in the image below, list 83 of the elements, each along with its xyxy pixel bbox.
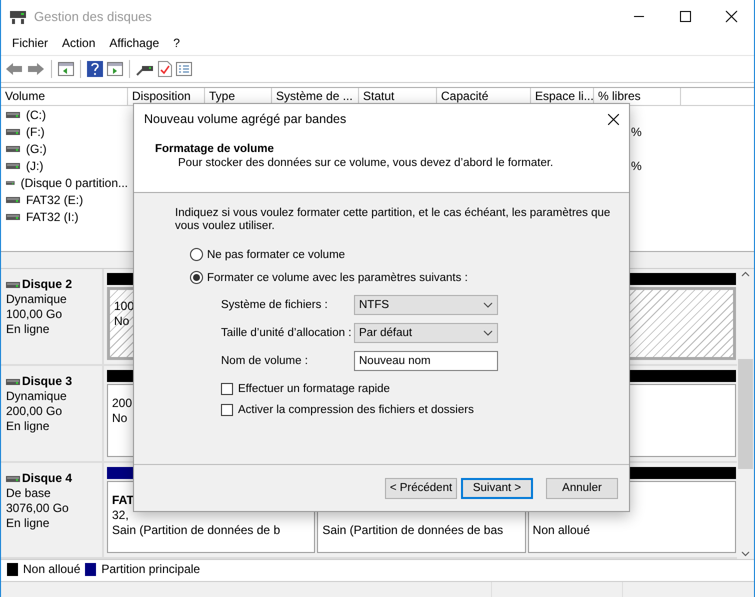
volume-name: (G:) xyxy=(26,142,47,156)
disk-size: 3076,00 Go xyxy=(6,501,70,516)
drive-icon xyxy=(6,196,20,204)
drive-icon xyxy=(6,162,20,170)
drive-icon xyxy=(6,178,15,186)
disk-name: Disque 2 xyxy=(22,277,72,292)
checked-document-icon[interactable] xyxy=(158,61,172,77)
checkbox-label[interactable]: Activer la compression des fichiers et dossiers xyxy=(238,404,474,416)
vertical-scrollbar[interactable] xyxy=(737,269,754,559)
checkbox-label[interactable]: Effectuer un formatage rapide xyxy=(238,382,390,394)
partition-text: 32, xyxy=(112,508,129,523)
disk-management-icon xyxy=(10,10,26,24)
dialog-button[interactable]: < Précédent xyxy=(385,478,457,498)
menu-item[interactable]: Action xyxy=(55,36,102,50)
drive-icon xyxy=(6,280,20,288)
instruction-text: Indiquez si vous voulez formater cette partition, et le cas échéant, les paramètres que vous voulez utiliser. xyxy=(175,207,612,233)
partition-text: No xyxy=(112,411,128,426)
drive-icon xyxy=(6,110,20,118)
drive-icon xyxy=(6,144,20,152)
checkbox[interactable] xyxy=(221,404,233,416)
radio-label[interactable]: Formater ce volume avec les paramètres suivants : xyxy=(207,272,468,284)
drive-icon xyxy=(6,128,20,136)
partition-name: FAT xyxy=(112,493,134,508)
volume-name: (J:) xyxy=(26,158,44,172)
checklist-icon[interactable] xyxy=(176,62,192,76)
panel-icon[interactable] xyxy=(107,62,123,76)
partition-text: Sain (Partition de données de bas xyxy=(322,523,504,538)
chevron-icon xyxy=(483,302,493,308)
checkbox[interactable] xyxy=(221,382,233,394)
column-header[interactable]: Volume xyxy=(1,88,128,105)
disk-type: Dynamique xyxy=(6,292,68,307)
partition-text: Sain (Partition de données de b xyxy=(112,523,280,538)
forward-arrow-icon[interactable] xyxy=(27,62,45,76)
drive-icon xyxy=(6,212,20,220)
volume-name: (C:) xyxy=(26,108,46,122)
menu-item[interactable]: ? xyxy=(166,36,187,50)
disk-size: 100,00 Go xyxy=(6,307,64,322)
disk-status: En ligne xyxy=(6,322,50,337)
menu-item[interactable]: Fichier xyxy=(5,36,56,50)
legend-label: Non alloué xyxy=(23,562,80,576)
chevron-icon xyxy=(483,330,493,336)
radio-button[interactable] xyxy=(190,271,203,284)
dropdown[interactable]: NTFS xyxy=(354,295,498,315)
panel-icon[interactable] xyxy=(58,62,74,76)
disk-size: 200,00 Go xyxy=(6,404,64,419)
table-cell: % xyxy=(631,158,642,172)
disk-name: Disque 3 xyxy=(22,374,72,389)
scroll-up-icon[interactable] xyxy=(741,271,750,277)
partition-text: 100 xyxy=(114,299,134,314)
volume-name: (Disque 0 partition... xyxy=(20,176,128,190)
volume-name: FAT32 (E:) xyxy=(26,192,84,206)
partition-text: 200 xyxy=(112,396,132,411)
dropdown[interactable]: Par défaut xyxy=(354,323,498,343)
volume-name: FAT32 (I:) xyxy=(26,210,78,224)
disk-status: En ligne xyxy=(6,516,50,531)
section-description: Pour stocker des données sur ce volume, vous devez d’abord le formater. xyxy=(177,157,554,169)
dialog-button[interactable]: Suivant > xyxy=(461,478,533,498)
field-label: Système de fichiers : xyxy=(221,299,329,311)
back-arrow-icon[interactable] xyxy=(5,62,23,76)
disk-status: En ligne xyxy=(6,419,50,434)
legend-label: Partition principale xyxy=(101,562,200,576)
radio-button[interactable] xyxy=(190,248,203,261)
volume-name: (F:) xyxy=(26,124,45,138)
dialog-title: Nouveau volume agrégé par bandes xyxy=(144,112,346,126)
field-label: Taille d’unité d’allocation : xyxy=(221,327,352,339)
disk-name: Disque 4 xyxy=(22,471,72,486)
input-field[interactable]: Nouveau nom xyxy=(354,351,498,371)
radio-label[interactable]: Ne pas formater ce volume xyxy=(207,248,346,260)
disk-type: De base xyxy=(6,486,52,501)
section-heading: Formatage de volume xyxy=(154,143,275,155)
window-title: Gestion des disques xyxy=(34,9,152,24)
partition-text: Non alloué xyxy=(532,523,590,538)
drive-icon xyxy=(6,378,20,386)
close-icon[interactable] xyxy=(608,114,619,124)
table-cell: % xyxy=(631,124,642,138)
drive-icon xyxy=(6,474,20,482)
dialog-button[interactable]: Annuler xyxy=(546,478,618,498)
disk-type: Dynamique xyxy=(6,389,68,404)
partition-text: No xyxy=(114,314,130,329)
field-label: Nom de volume : xyxy=(221,355,309,367)
menu-item[interactable]: Affichage xyxy=(102,36,166,50)
help-icon[interactable] xyxy=(87,61,103,77)
scroll-down-icon[interactable] xyxy=(741,551,750,557)
